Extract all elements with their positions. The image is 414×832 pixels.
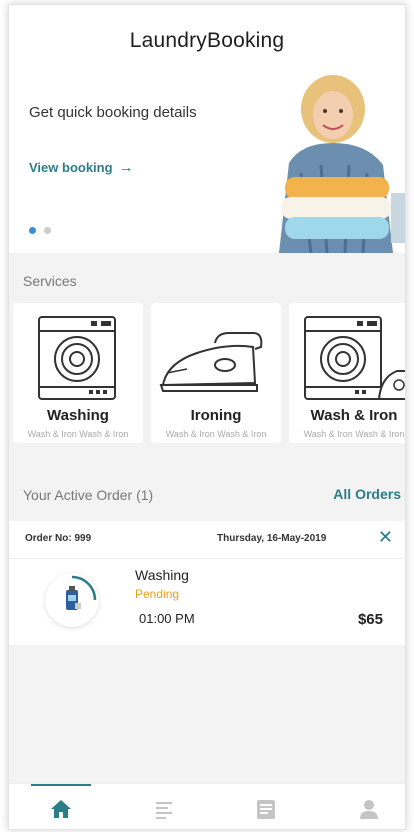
order-status-badge: Pending	[135, 587, 180, 601]
service-subtitle: Wash & Iron Wash & Iron	[165, 429, 267, 439]
iron-icon	[159, 332, 263, 392]
order-date: Thursday, 16-May-2019	[217, 533, 327, 544]
view-booking-link[interactable]: View booking →	[29, 159, 134, 176]
order-card-header: Order No: 999 Thursday, 16-May-2019 ✕	[9, 521, 405, 559]
service-name: Washing	[47, 407, 109, 424]
bottom-navigation	[9, 783, 405, 829]
order-number: Order No: 999	[25, 533, 92, 544]
service-card-ironing[interactable]: Ironing Wash & Iron Wash & Iron	[151, 303, 281, 443]
order-service-name: Washing	[135, 567, 189, 583]
services-title: Services	[23, 273, 77, 289]
service-subtitle: Wash & Iron Wash & Iron	[303, 429, 405, 439]
services-section: Services Washing Wash & Iron Wash & Iron…	[9, 253, 405, 451]
order-progress-ring	[45, 573, 99, 627]
promo-banner[interactable]: Get quick booking details View booking →	[9, 67, 405, 253]
carousel-dot[interactable]	[44, 227, 51, 234]
view-booking-label: View booking	[29, 160, 113, 175]
order-card[interactable]: Washing Pending 01:00 PM $65	[9, 559, 405, 645]
washing-machine-icon	[38, 316, 116, 400]
service-card-washing[interactable]: Washing Wash & Iron Wash & Iron	[13, 303, 143, 443]
order-price: $65	[357, 611, 383, 628]
carousel-dots	[29, 227, 51, 234]
carousel-dot-active[interactable]	[29, 227, 36, 234]
detergent-icon	[66, 575, 97, 610]
home-icon[interactable]	[49, 798, 73, 820]
washing-machine-iron-icon	[304, 316, 405, 400]
arrow-right-icon: →	[118, 159, 134, 176]
content-background	[9, 645, 405, 783]
service-card-wash-iron[interactable]: Wash & Iron Wash & Iron Wash & Iron	[289, 303, 405, 443]
service-name: Ironing	[190, 407, 242, 424]
close-icon[interactable]: ✕	[378, 527, 393, 548]
hero-woman-laundry-image	[271, 73, 405, 253]
list-icon[interactable]	[152, 798, 176, 820]
all-orders-link[interactable]: All Orders	[333, 486, 401, 502]
profile-icon[interactable]	[357, 798, 381, 820]
services-carousel[interactable]: Washing Wash & Iron Wash & Iron Ironing …	[13, 303, 405, 443]
service-name: Wash & Iron	[310, 407, 398, 424]
service-subtitle: Wash & Iron Wash & Iron	[27, 429, 129, 439]
app-frame: LaundryBooking Get quick booking details…	[8, 4, 406, 830]
active-order-title: Your Active Order (1)	[23, 487, 154, 503]
app-title: LaundryBooking	[129, 29, 285, 52]
orders-icon[interactable]	[254, 798, 278, 820]
order-time: 01:00 PM	[139, 611, 195, 626]
active-order-section: Your Active Order (1) All Orders	[9, 451, 405, 521]
banner-headline: Get quick booking details	[29, 104, 197, 121]
active-tab-indicator	[31, 784, 91, 786]
